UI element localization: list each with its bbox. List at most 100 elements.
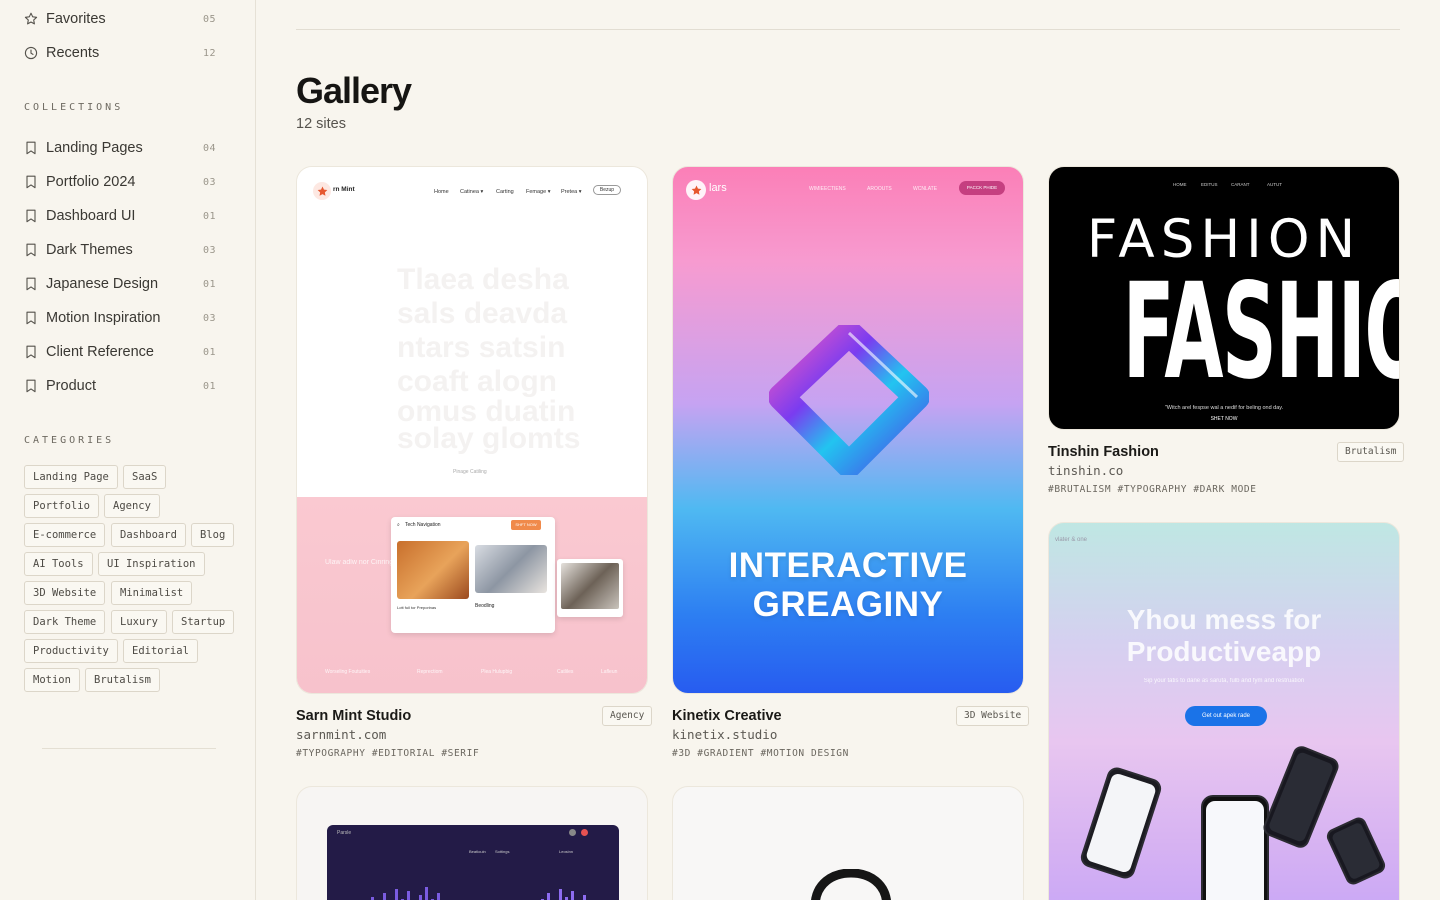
card-category-badge[interactable]: Agency — [602, 706, 653, 726]
sidebar-item-label: Dashboard UI — [46, 208, 136, 224]
sidebar-item-recents[interactable]: Recents 12 — [24, 41, 216, 65]
sidebar-item-count: 03 — [202, 176, 216, 188]
preview-brand: rn Mint — [333, 186, 355, 193]
preview-nav-item: Catinea ▾ — [460, 189, 484, 195]
preview-footer-item: Reprectiom — [417, 669, 443, 675]
preview-nav-item: WIMIEECTIENS — [809, 186, 846, 192]
category-chip[interactable]: Blog — [191, 523, 235, 547]
category-chip[interactable]: SaaS — [123, 465, 167, 489]
sidebar-item-collection[interactable]: Dashboard UI 01 — [24, 204, 216, 228]
sidebar-item-collection[interactable]: Japanese Design 01 — [24, 272, 216, 296]
preview-shot-button: SHFT NOW — [511, 520, 541, 530]
card-tags: #BRUTALISM #TYPOGRAPHY #DARK MODE — [1048, 484, 1257, 495]
preview-bar-chart — [371, 887, 440, 900]
preview-ghost-text: sals deavda — [397, 297, 568, 330]
sidebar-divider — [42, 748, 216, 749]
sidebar-item-count: 12 — [202, 47, 216, 59]
preview-cta: SHET NOW — [1210, 416, 1238, 422]
site-count: 12 sites — [296, 116, 346, 132]
card-url[interactable]: kinetix.studio — [672, 727, 777, 742]
sidebar-item-label: Product — [46, 378, 96, 394]
preview-shot-label: Tech Navigation — [405, 522, 441, 528]
preview-dashboard: Parsle Beatlouin Sottings Leosinn — [327, 825, 619, 900]
preview-headline-large: FASHION — [1122, 255, 1400, 409]
preview-nav-button: Bezup — [593, 185, 621, 195]
card-title[interactable]: Tinshin Fashion — [1048, 444, 1159, 460]
preview-subtext: Sip your tatis to dane as saruta, fulb a… — [1143, 678, 1305, 684]
preview-caption: Pinage Catiling — [453, 469, 487, 475]
card-url[interactable]: sarnmint.com — [296, 727, 386, 742]
site-card-dashboard[interactable]: Parsle Beatlouin Sottings Leosinn — [296, 786, 648, 900]
card-category-badge[interactable]: Brutalism — [1337, 442, 1405, 462]
bookmark-icon — [24, 175, 38, 189]
site-card-productiveapp[interactable]: vlater & one Yhou mess for Productiveapp… — [1048, 522, 1400, 900]
category-chip[interactable]: UI Inspiration — [98, 552, 205, 576]
category-chip[interactable]: Dashboard — [111, 523, 186, 547]
category-chip[interactable]: Productivity — [24, 639, 118, 663]
preview-headline: Productiveapp — [1126, 636, 1322, 667]
sidebar-item-collection[interactable]: Landing Pages 04 — [24, 136, 216, 160]
notification-icon — [581, 829, 588, 836]
sidebar-item-label: Japanese Design — [46, 276, 159, 292]
category-chip[interactable]: Brutalism — [85, 668, 160, 692]
preview-nav-item: HOME — [1173, 182, 1187, 187]
sidebar-item-label: Portfolio 2024 — [46, 174, 136, 190]
preview-photo — [475, 545, 547, 593]
site-card-kinetix[interactable]: lars WIMIEECTIENS AROOUTS WCNLATE PACCK … — [672, 166, 1024, 694]
preview-nav-item: Home — [434, 189, 449, 195]
category-chip[interactable]: Landing Page — [24, 465, 118, 489]
card-tags: #3D #GRADIENT #MOTION DESIGN — [672, 748, 849, 759]
site-card-sarn-mint[interactable]: rn Mint Home Catinea ▾ Carting Femage ▾ … — [296, 166, 648, 694]
card-title[interactable]: Kinetix Creative — [672, 708, 782, 724]
category-chip[interactable]: Dark Theme — [24, 610, 106, 634]
sidebar-item-favorites[interactable]: Favorites 05 — [24, 7, 216, 31]
sidebar-item-collection[interactable]: Motion Inspiration 03 — [24, 306, 216, 330]
phone-mockup — [1324, 814, 1388, 888]
preview-footer-item: Lafleun — [601, 669, 618, 675]
category-chip[interactable]: E-commerce — [24, 523, 106, 547]
preview-headline: Yhou mess for — [1126, 604, 1322, 635]
card-url[interactable]: tinshin.co — [1048, 463, 1123, 478]
bookmark-icon — [24, 379, 38, 393]
category-chip[interactable]: AI Tools — [24, 552, 93, 576]
category-chip[interactable]: 3D Website — [24, 581, 106, 605]
preview-ghost-text: Tlaea desha — [397, 263, 569, 296]
sidebar-item-label: Favorites — [46, 11, 106, 27]
preview-screenshot — [557, 559, 623, 617]
preview-ghost-text: coaft alogn — [397, 365, 558, 398]
sidebar-item-collection[interactable]: Dark Themes 03 — [24, 238, 216, 262]
sidebar-item-count: 03 — [202, 312, 216, 324]
preview-nav-item: Pretea ▾ — [561, 189, 582, 195]
sidebar-item-collection[interactable]: Portfolio 2024 03 — [24, 170, 216, 194]
sidebar-item-collection[interactable]: Product 01 — [24, 374, 216, 398]
category-chip[interactable]: Startup — [172, 610, 235, 634]
card-tags: #TYPOGRAPHY #EDITORIAL #SERIF — [296, 748, 480, 759]
card-category-badge[interactable]: 3D Website — [956, 706, 1030, 726]
logo-icon — [313, 182, 331, 200]
preview-ghost-text: ntars satsin — [397, 331, 566, 364]
category-chip[interactable]: Editorial — [123, 639, 198, 663]
preview-nav-item: Femage ▾ — [526, 189, 551, 195]
preview-tagline: "Witch arel fespse wal a nedif for belin… — [1164, 405, 1284, 411]
collections-heading: COLLECTIONS — [24, 102, 124, 113]
preview-headline: GREAGINY — [752, 585, 944, 624]
category-chip[interactable]: Motion — [24, 668, 80, 692]
sidebar-item-collection[interactable]: Client Reference 01 — [24, 340, 216, 364]
sidebar-item-label: Recents — [46, 45, 100, 61]
site-card-product[interactable] — [672, 786, 1024, 900]
sidebar-item-count: 03 — [202, 244, 216, 256]
star-icon — [24, 12, 38, 26]
preview-stat: Leosinn — [559, 849, 574, 854]
headphones-graphic — [811, 869, 891, 900]
category-chip[interactable]: Agency — [104, 494, 160, 518]
sidebar-item-count: 01 — [202, 380, 216, 392]
3d-ring-graphic — [769, 325, 929, 475]
sidebar-item-count: 01 — [202, 278, 216, 290]
category-chip[interactable]: Luxury — [111, 610, 167, 634]
preview-app-name: Parsle — [337, 830, 352, 836]
category-chip[interactable]: Minimalist — [111, 581, 193, 605]
category-chip[interactable]: Portfolio — [24, 494, 99, 518]
sidebar-item-count: 04 — [202, 142, 216, 154]
card-title[interactable]: Sarn Mint Studio — [296, 708, 411, 724]
site-card-tinshin[interactable]: HOME EDITUS CARANT AUTUT FASHION FASHION… — [1048, 166, 1400, 430]
